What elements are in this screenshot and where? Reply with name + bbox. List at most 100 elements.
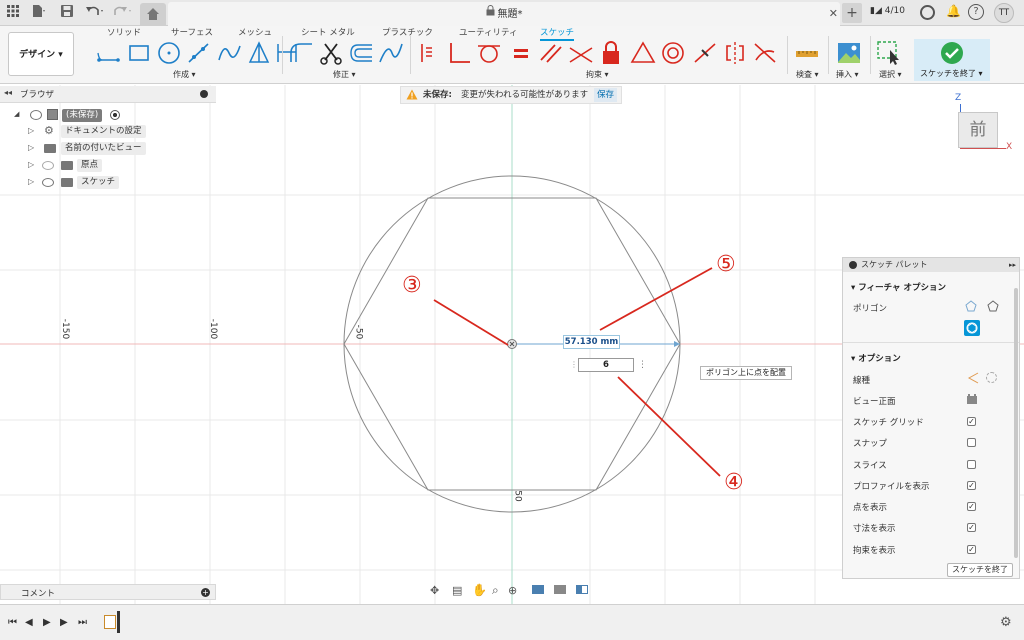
save-link[interactable]: 保存	[594, 88, 618, 102]
feature-options-heading[interactable]: ▾ フィーチャ オプション	[851, 281, 946, 293]
midpoint-constraint-icon[interactable]	[692, 40, 718, 66]
spline-tool-icon[interactable]	[216, 40, 242, 66]
more-options-icon[interactable]: ⋮	[638, 358, 647, 372]
comments-panel[interactable]: コメント +	[0, 584, 216, 600]
look-at-icon[interactable]	[966, 393, 978, 408]
arc-tool-icon[interactable]	[186, 40, 212, 66]
slice-checkbox[interactable]	[967, 460, 976, 469]
grid-settings-icon[interactable]	[554, 585, 566, 594]
save-icon[interactable]	[58, 4, 76, 22]
timeline-marker[interactable]	[117, 611, 120, 633]
collapse-browser-icon[interactable]: ◂◂	[4, 88, 12, 97]
palette-finish-sketch-button[interactable]: スケッチを終了	[947, 563, 1013, 577]
undo-icon[interactable]	[84, 4, 108, 22]
perpendicular-constraint-icon[interactable]	[446, 40, 472, 66]
rectangle-tool-icon[interactable]	[126, 40, 152, 66]
trim-tool-icon[interactable]	[318, 40, 344, 66]
add-comment-icon[interactable]: +	[201, 588, 210, 597]
show-constraints-checkbox[interactable]: ✓	[967, 545, 976, 554]
palette-minimize-icon[interactable]	[849, 261, 857, 269]
tab-mesh[interactable]: メッシュ	[238, 26, 272, 38]
symmetry-constraint-icon[interactable]	[722, 40, 748, 66]
polygon-sides-input[interactable]: 6	[578, 358, 634, 372]
file-menu-icon[interactable]	[30, 4, 48, 22]
home-tab[interactable]	[140, 3, 166, 25]
equal-constraint-icon[interactable]	[508, 40, 534, 66]
parallel-constraint-icon[interactable]	[538, 40, 564, 66]
step-back-icon[interactable]: ◀	[25, 617, 33, 628]
redo-icon[interactable]	[112, 4, 136, 22]
close-tab-icon[interactable]: ✕	[829, 2, 838, 26]
tab-utility[interactable]: ユーティリティ	[459, 26, 517, 38]
radius-dimension-input[interactable]: 57.130 mm	[563, 335, 620, 349]
orbit-icon[interactable]: ✥	[430, 584, 439, 597]
app-grid-icon[interactable]	[4, 4, 22, 22]
viewports-icon[interactable]	[576, 585, 588, 594]
snap-checkbox[interactable]	[967, 438, 976, 447]
document-tab[interactable]: 無題* ✕	[168, 2, 840, 26]
triangle-constraint-icon[interactable]	[630, 40, 656, 66]
expand-icon[interactable]: ▷	[28, 160, 34, 169]
modify-group-label[interactable]: 修正 ▾	[333, 69, 356, 80]
fix-constraint-icon[interactable]	[598, 40, 624, 66]
timeline-settings-gear-icon[interactable]: ⚙	[1000, 615, 1012, 630]
tab-surface[interactable]: サーフェス	[171, 26, 213, 38]
visibility-eye-icon[interactable]	[30, 110, 42, 120]
show-dimensions-checkbox[interactable]: ✓	[967, 523, 976, 532]
polygon-tool-icon[interactable]	[246, 40, 272, 66]
tab-sketch[interactable]: スケッチ	[540, 26, 575, 41]
go-to-start-icon[interactable]: ⏮	[8, 617, 17, 628]
expand-palette-icon[interactable]: ▸▸	[1009, 258, 1016, 272]
palette-scrollbar[interactable]	[1014, 288, 1018, 558]
constraints-group-label[interactable]: 拘束 ▾	[586, 69, 609, 80]
sketch-feature-icon[interactable]	[104, 615, 116, 629]
fillet-tool-icon[interactable]	[288, 40, 314, 66]
expand-icon[interactable]: ▷	[28, 143, 34, 152]
concentric-constraint-icon[interactable]	[660, 40, 686, 66]
select-tool-icon[interactable]	[876, 40, 902, 66]
measure-tool-icon[interactable]	[794, 40, 820, 66]
new-tab-button[interactable]: +	[842, 3, 862, 23]
help-icon[interactable]: ?	[968, 4, 984, 20]
edge-polygon-icon[interactable]	[987, 300, 999, 315]
tab-plastic[interactable]: プラスチック	[382, 26, 433, 38]
expand-icon[interactable]: ◢	[14, 110, 19, 118]
hidden-eye-icon[interactable]	[42, 161, 54, 170]
notifications-icon[interactable]: 🔔	[946, 4, 961, 18]
show-profile-checkbox[interactable]: ✓	[967, 481, 976, 490]
job-status[interactable]: ▮◢ 4/10	[870, 6, 905, 16]
go-to-end-icon[interactable]: ⏭	[78, 617, 87, 628]
view-cube[interactable]: 前	[958, 112, 998, 148]
tab-sheet-metal[interactable]: シート メタル	[301, 26, 355, 38]
workspace-switcher[interactable]: デザイン ▾	[8, 32, 74, 76]
select-group-label[interactable]: 選択 ▾	[879, 69, 902, 80]
circumscribed-polygon-icon[interactable]	[965, 300, 977, 315]
drag-handle-icon[interactable]: ⋮	[570, 358, 578, 372]
activate-radio-icon[interactable]	[110, 110, 120, 120]
play-icon[interactable]: ▶	[43, 617, 51, 628]
tangent-constraint-icon[interactable]	[476, 40, 502, 66]
fit-zoom-icon[interactable]: ⊕	[508, 584, 517, 597]
look-at-nav-icon[interactable]: ▤	[452, 584, 462, 597]
construction-linetype-icon[interactable]	[967, 372, 979, 387]
inspect-group-label[interactable]: 検査 ▾	[796, 69, 819, 80]
centerline-icon[interactable]	[986, 372, 997, 383]
inscribed-polygon-icon[interactable]	[964, 320, 980, 336]
expand-icon[interactable]: ▷	[28, 126, 34, 135]
finish-sketch-button[interactable]: スケッチを終了 ▾	[914, 39, 990, 81]
browser-minimize-icon[interactable]	[200, 90, 208, 98]
visibility-eye-icon[interactable]	[42, 178, 54, 187]
zoom-icon[interactable]: ⌕	[492, 583, 499, 598]
circle-tool-icon[interactable]	[156, 40, 182, 66]
curvature-constraint-icon[interactable]	[752, 40, 778, 66]
offset-tool-icon[interactable]	[348, 40, 374, 66]
sketch-grid-checkbox[interactable]: ✓	[967, 417, 976, 426]
pan-hand-icon[interactable]: ✋	[472, 583, 487, 597]
insert-group-label[interactable]: 挿入 ▾	[836, 69, 859, 80]
tab-solid[interactable]: ソリッド	[107, 26, 141, 38]
options-heading[interactable]: ▾ オプション	[851, 352, 901, 364]
step-forward-icon[interactable]: ▶	[60, 617, 68, 628]
line-tool-icon[interactable]	[96, 40, 122, 66]
collinear-constraint-icon[interactable]	[568, 40, 594, 66]
insert-image-icon[interactable]	[836, 40, 862, 66]
